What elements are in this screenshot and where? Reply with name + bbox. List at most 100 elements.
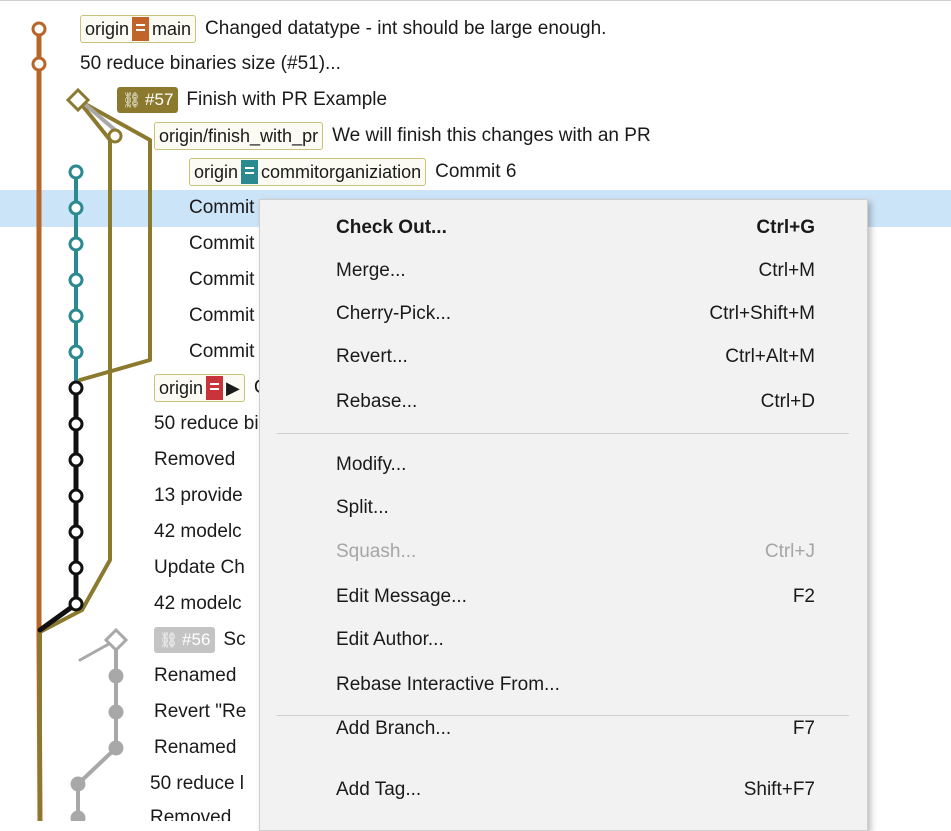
commit-row[interactable]: origin = main Changed datatype - int should…: [80, 11, 606, 47]
commit-node: [68, 344, 84, 360]
sync-status-icon: =: [241, 160, 259, 184]
menu-item-shortcut: Ctrl+M: [758, 260, 815, 281]
commit-node: [31, 56, 47, 72]
commit-row[interactable]: 50 reduce binaries size (#51)...: [80, 46, 341, 82]
menu-item-squash: Squash... Ctrl+J: [260, 531, 867, 573]
menu-item-label: Edit Author...: [336, 629, 444, 650]
commit-message: Renamed: [154, 665, 237, 686]
commit-node: [70, 810, 86, 821]
commit-message: Revert "Re: [154, 701, 247, 722]
remote-name: origin: [194, 161, 239, 182]
commit-node: [108, 704, 124, 720]
menu-item-rebase[interactable]: Rebase... Ctrl+D: [260, 381, 867, 423]
local-branch-name: commitorganiziation: [261, 161, 422, 182]
commit-row[interactable]: Removed: [150, 800, 231, 821]
context-menu[interactable]: Check Out... Ctrl+G Merge... Ctrl+M Cherry-P…: [259, 199, 868, 831]
menu-item-label: Add Branch...: [336, 718, 452, 739]
commit-row[interactable]: Renamed: [154, 658, 236, 694]
commit-row[interactable]: Renamed: [154, 730, 236, 766]
menu-item-merge[interactable]: Merge... Ctrl+M: [260, 250, 867, 292]
commit-message: 42 modelc: [154, 521, 242, 542]
remote-name: origin: [85, 18, 130, 39]
sync-status-icon: =: [132, 17, 150, 41]
commit-node: [68, 524, 84, 540]
commit-node: [31, 21, 47, 37]
menu-item-label: Modify...: [336, 454, 407, 475]
menu-item-revert[interactable]: Revert... Ctrl+Alt+M: [260, 336, 867, 378]
menu-item-shortcut: Shift+F7: [743, 779, 815, 800]
pull-request-number: #56: [182, 630, 211, 649]
commit-node: [68, 200, 84, 216]
menu-item-rebase-interactive-from[interactable]: Rebase Interactive From...: [260, 664, 867, 706]
menu-item-add-tag[interactable]: Add Tag... Shift+F7: [260, 769, 867, 811]
menu-item-check-out[interactable]: Check Out... Ctrl+G: [260, 207, 867, 249]
commit-row[interactable]: ⛓ #57 Finish with PR Example: [117, 82, 387, 118]
menu-item-label: Rebase Interactive From...: [336, 674, 560, 695]
menu-item-shortcut: Ctrl+J: [764, 541, 815, 562]
pr-merge-node: [103, 627, 129, 653]
menu-item-label: Edit Message...: [336, 586, 467, 607]
menu-item-shortcut: Ctrl+D: [760, 391, 815, 412]
sync-status-icon: =: [206, 376, 224, 400]
pull-request-icon: ⛓: [159, 632, 179, 649]
menu-item-label: Revert...: [336, 346, 408, 367]
commit-message: Renamed: [154, 737, 237, 758]
menu-item-label: Split...: [336, 497, 389, 518]
menu-item-label: Add Tag...: [336, 779, 422, 800]
commit-node: [68, 164, 84, 180]
commit-row[interactable]: 13 provide: [154, 478, 243, 514]
menu-item-edit-message[interactable]: Edit Message... F2: [260, 576, 867, 618]
commit-message: Commit 6: [435, 161, 517, 182]
commit-row[interactable]: origin/finish_with_pr We will finish this…: [154, 118, 651, 154]
commit-node: [107, 128, 123, 144]
commit-message: Update Ch: [154, 557, 245, 578]
menu-item-add-branch[interactable]: Add Branch... F7: [260, 708, 867, 750]
commit-message: We will finish this changes with an PR: [332, 125, 651, 146]
commit-message: 50 reduce binaries size (#51)...: [80, 53, 341, 74]
menu-item-split[interactable]: Split...: [260, 487, 867, 529]
local-branch-name: ▶: [226, 377, 240, 398]
branch-ref-badge[interactable]: origin = commitorganiziation: [189, 158, 427, 186]
commit-node: [68, 272, 84, 288]
menu-item-shortcut: F2: [792, 586, 815, 607]
branch-ref-label: origin/finish_with_pr: [159, 125, 319, 146]
commit-message: 42 modelc: [154, 593, 242, 614]
commit-row[interactable]: 42 modelc: [154, 514, 242, 550]
menu-item-label: Merge...: [336, 260, 406, 281]
menu-item-label: Cherry-Pick...: [336, 303, 452, 324]
menu-item-modify[interactable]: Modify...: [260, 444, 867, 486]
commit-node: [108, 668, 124, 684]
commit-message: Changed datatype - int should be large e…: [205, 18, 607, 39]
pull-request-number: #57: [145, 90, 174, 109]
pull-request-tag[interactable]: ⛓ #56: [154, 627, 216, 653]
commit-row[interactable]: origin = commitorganiziation Commit 6: [189, 154, 516, 190]
commit-row[interactable]: Revert "Re: [154, 694, 246, 730]
commit-message: Removed: [154, 449, 236, 470]
branch-ref-badge[interactable]: origin/finish_with_pr: [154, 122, 324, 150]
menu-item-edit-author[interactable]: Edit Author...: [260, 619, 867, 661]
menu-item-label: Rebase...: [336, 391, 418, 412]
commit-message: Sc: [223, 629, 246, 650]
commit-node: [68, 308, 84, 324]
menu-separator: [277, 433, 849, 434]
branch-line-pr56: [76, 638, 118, 821]
commit-message: 50 reduce l: [150, 773, 245, 794]
commit-node: [68, 452, 84, 468]
branch-ref-badge[interactable]: origin = ▶: [154, 374, 245, 402]
commit-row[interactable]: 50 reduce l: [150, 766, 244, 802]
menu-item-cherry-pick[interactable]: Cherry-Pick... Ctrl+Shift+M: [260, 293, 867, 335]
menu-item-label: Check Out...: [336, 217, 447, 238]
commit-row[interactable]: Update Ch: [154, 550, 245, 586]
commit-row[interactable]: 42 modelc: [154, 586, 242, 622]
pull-request-tag[interactable]: ⛓ #57: [117, 87, 179, 113]
commit-message: 13 provide: [154, 485, 243, 506]
menu-item-label: Squash...: [336, 541, 417, 562]
commit-node: [68, 488, 84, 504]
commit-node: [68, 380, 84, 396]
pull-request-icon: ⛓: [122, 92, 142, 109]
commit-row[interactable]: Removed: [154, 442, 235, 478]
local-branch-name: main: [152, 18, 192, 39]
commit-row[interactable]: ⛓ #56 Sc: [154, 622, 246, 658]
commit-node: [68, 596, 84, 612]
branch-ref-badge[interactable]: origin = main: [80, 15, 197, 43]
